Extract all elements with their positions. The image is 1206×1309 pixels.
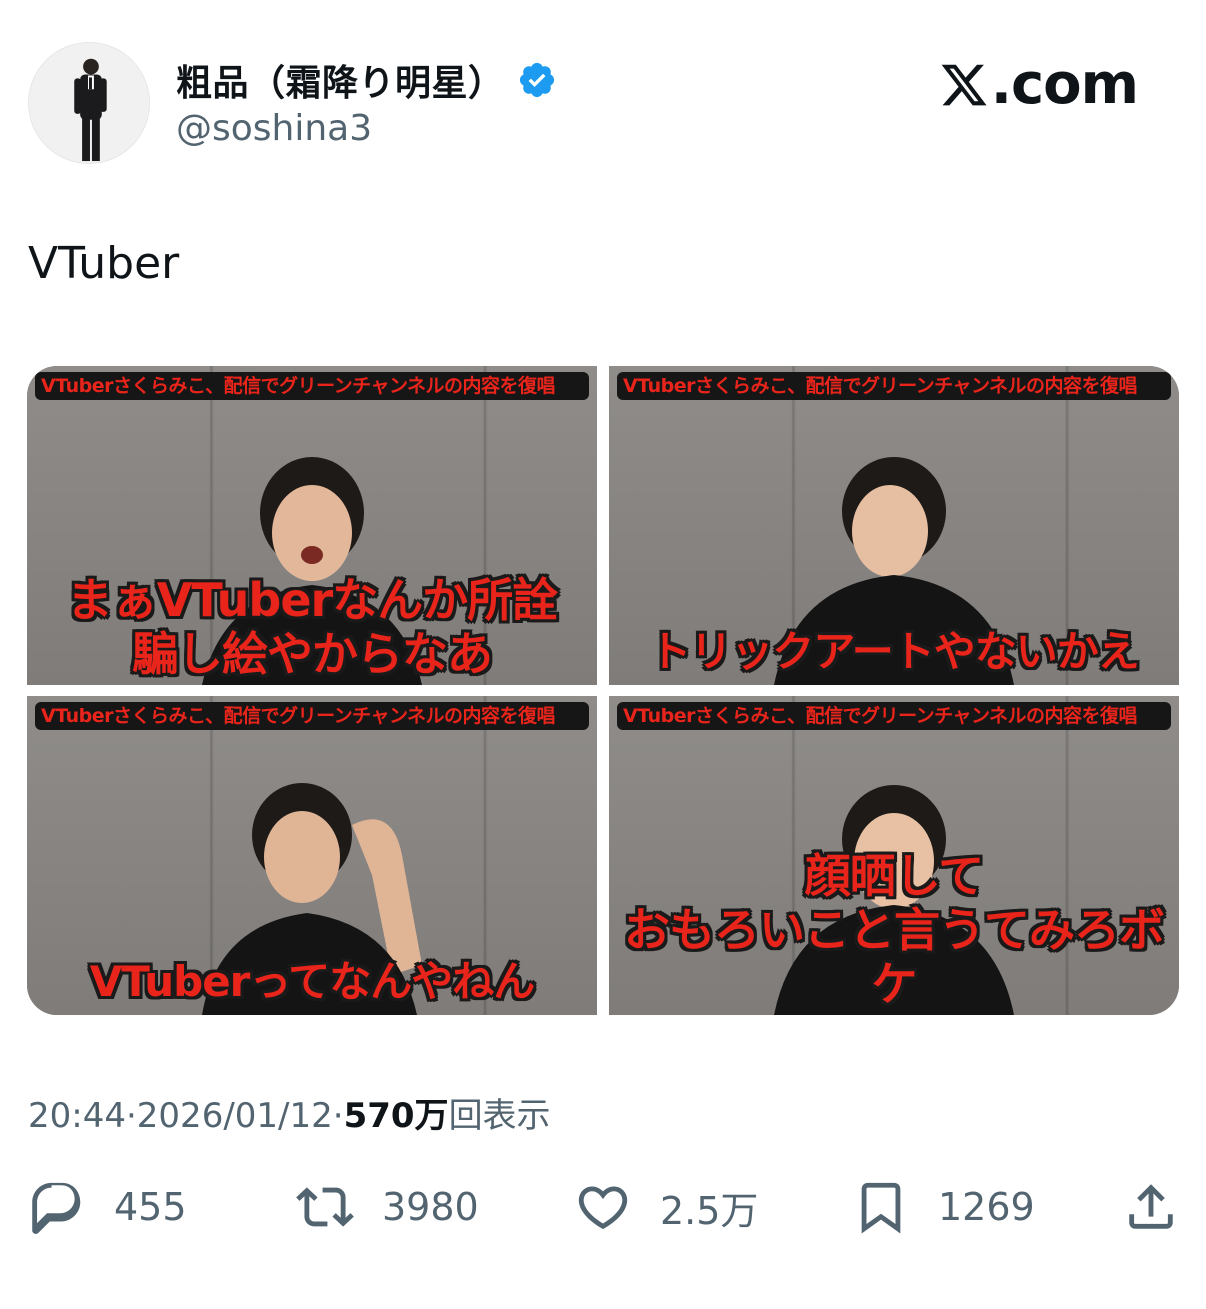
x-brand-logo: .com xyxy=(939,52,1139,117)
x-logo-icon xyxy=(941,64,987,105)
media-overlay-text: VTuberってなんやねん xyxy=(27,955,597,1009)
overlay-line: 騙し絵やからなあ xyxy=(132,627,493,681)
heart-icon xyxy=(578,1186,628,1230)
overlay-line: VTuberってなんやねん xyxy=(89,957,536,1006)
media-image-1[interactable]: VTuberさくらみこ、配信でグリーンチャンネルの内容を復唱 まぁVTuberな… xyxy=(27,366,597,685)
retweet-count: 3980 xyxy=(382,1185,479,1229)
media-top-caption: VTuberさくらみこ、配信でグリーンチャンネルの内容を復唱 xyxy=(35,372,589,400)
author-handle[interactable]: @soshina3 xyxy=(176,108,372,149)
brand-text: .com xyxy=(990,52,1139,117)
overlay-line: おもろいこと言うてみろボケ xyxy=(624,903,1165,1011)
media-top-caption: VTuberさくらみこ、配信でグリーンチャンネルの内容を復唱 xyxy=(35,702,589,730)
tweet-date[interactable]: 2026/01/12 xyxy=(137,1096,333,1136)
views-count: 570万 xyxy=(343,1096,449,1136)
overlay-line: トリックアートやないかえ xyxy=(649,627,1139,676)
views-label: 回表示 xyxy=(448,1096,551,1136)
media-image-4[interactable]: VTuberさくらみこ、配信でグリーンチャンネルの内容を復唱 顔晒して おもろい… xyxy=(609,696,1179,1015)
tweet-text: VTuber xyxy=(28,238,180,289)
avatar-image xyxy=(29,43,149,163)
share-button[interactable] xyxy=(1122,1178,1180,1236)
reply-count: 455 xyxy=(114,1185,187,1229)
author-display-name[interactable]: 粗品（霜降り明星） xyxy=(176,54,505,106)
overlay-line: まぁVTuberなんか所詮 xyxy=(66,573,558,627)
retweet-button[interactable]: 3980 xyxy=(296,1178,479,1236)
tweet-time[interactable]: 20:44 xyxy=(28,1096,126,1136)
media-overlay-text: 顔晒して おもろいこと言うてみろボケ xyxy=(609,849,1179,1011)
reply-icon xyxy=(32,1182,81,1234)
bookmark-icon xyxy=(861,1182,901,1234)
media-image-3[interactable]: VTuberさくらみこ、配信でグリーンチャンネルの内容を復唱 VTuberってな… xyxy=(27,696,597,1015)
meta-separator: · xyxy=(125,1096,137,1136)
bookmark-count: 1269 xyxy=(938,1185,1035,1229)
tweet-meta: 20:44 · 2026/01/12 · 570万 回表示 xyxy=(28,1088,551,1137)
meta-separator: · xyxy=(332,1096,344,1136)
overlay-line: 顔晒して xyxy=(804,849,985,903)
reply-button[interactable]: 455 xyxy=(28,1178,187,1236)
like-button[interactable]: 2.5万 xyxy=(574,1178,758,1236)
like-count: 2.5万 xyxy=(660,1188,759,1233)
verified-badge-icon xyxy=(519,62,554,98)
media-overlay-text: トリックアートやないかえ xyxy=(609,625,1179,679)
media-top-caption: VTuberさくらみこ、配信でグリーンチャンネルの内容を復唱 xyxy=(617,372,1171,400)
author-name-row[interactable]: 粗品（霜降り明星） xyxy=(176,54,557,106)
media-top-caption: VTuberさくらみこ、配信でグリーンチャンネルの内容を復唱 xyxy=(617,702,1171,730)
retweet-icon xyxy=(296,1187,354,1227)
avatar[interactable] xyxy=(28,42,150,164)
share-icon xyxy=(1129,1184,1173,1229)
media-image-2[interactable]: VTuberさくらみこ、配信でグリーンチャンネルの内容を復唱 トリックアートやな… xyxy=(609,366,1179,685)
media-overlay-text: まぁVTuberなんか所詮 騙し絵やからなあ xyxy=(27,573,597,681)
media-grid[interactable]: VTuberさくらみこ、配信でグリーンチャンネルの内容を復唱 まぁVTuberな… xyxy=(27,366,1179,1015)
action-bar: 455 3980 2.5万 1269 xyxy=(28,1178,1178,1238)
bookmark-button[interactable]: 1269 xyxy=(852,1178,1035,1236)
